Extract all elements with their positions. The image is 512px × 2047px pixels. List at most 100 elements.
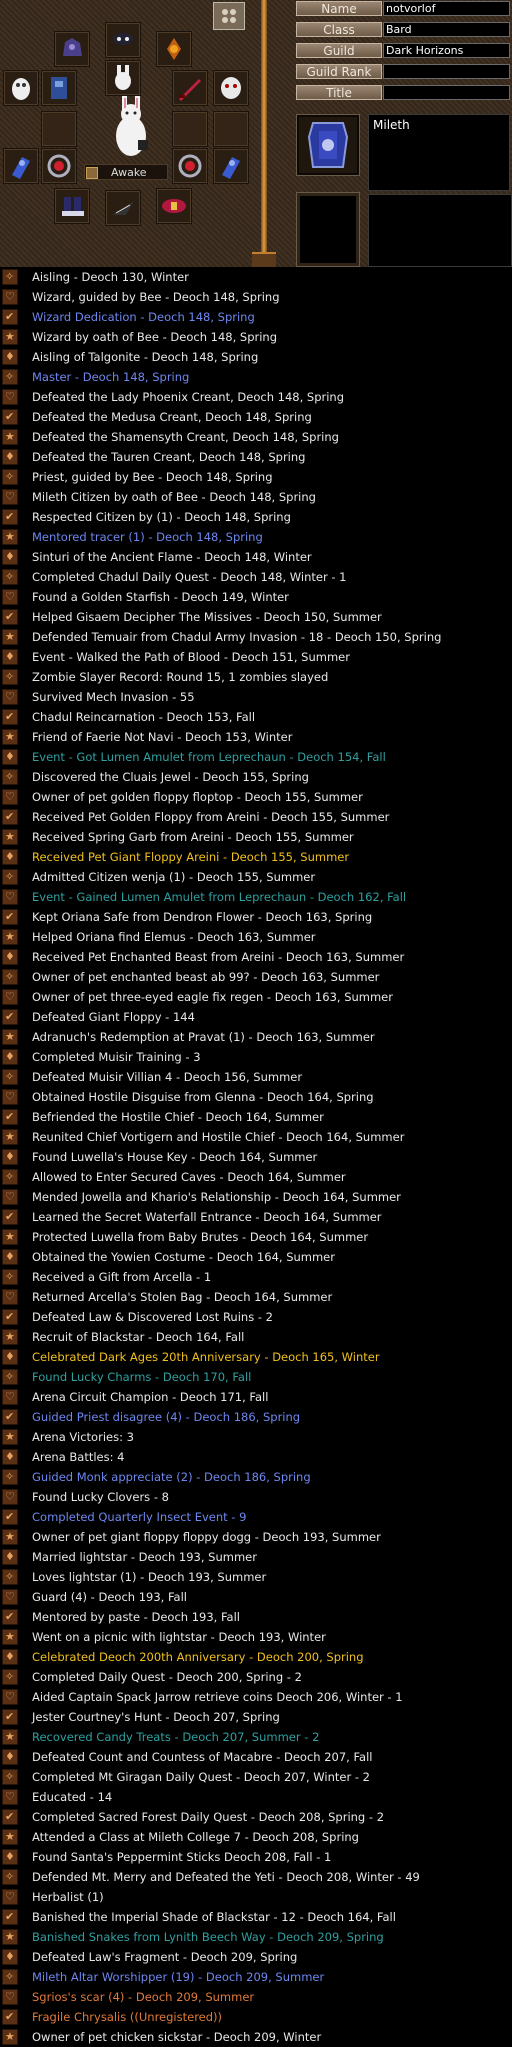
legend-item: ♡ Found a Golden Starfish - Deoch 149, Wi… xyxy=(0,587,512,607)
legend-item: ♦ Celebrated Deoch 200th Anniversary - De… xyxy=(0,1647,512,1667)
legend-mark-icon: ♦ xyxy=(2,1349,18,1365)
legend-item: ♦ Sinturi of the Ancient Flame - Deoch 14… xyxy=(0,547,512,567)
legend-item-text: Defeated Law & Discovered Lost Ruins - 2 xyxy=(32,1310,273,1324)
ring-icon xyxy=(178,154,202,178)
equip-slot-empty-far-right[interactable] xyxy=(213,111,249,147)
equip-slot-gauntlet-right[interactable] xyxy=(213,148,249,184)
legend-mark-icon: ♦ xyxy=(2,1749,18,1765)
equip-slot-weapon[interactable] xyxy=(172,70,208,106)
legend-item: ♡ Sgrios's scar (4) - Deoch 209, Summer xyxy=(0,1987,512,2007)
legend-mark-icon: ★ xyxy=(2,1729,18,1745)
legend-mark-icon: ★ xyxy=(2,1829,18,1845)
legend-item: ★ Recovered Candy Treats - Deoch 207, Sum… xyxy=(0,1727,512,1747)
legend-item: ★ Adranuch's Redemption at Pravat (1) - D… xyxy=(0,1027,512,1047)
legend-toggle-button[interactable] xyxy=(213,2,245,30)
legend-item-text: Defeated Giant Floppy - 144 xyxy=(32,1010,195,1024)
legend-mark-icon: ♦ xyxy=(2,1549,18,1565)
legend-item: ✔ Jester Courtney's Hunt - Deoch 207, Spr… xyxy=(0,1707,512,1727)
legend-mark-icon: ★ xyxy=(2,1329,18,1345)
equip-slot-armor[interactable] xyxy=(41,70,77,106)
equip-slot-empty-left[interactable] xyxy=(41,111,77,147)
legend-item: ♦ Defeated Count and Countess of Macabre … xyxy=(0,1747,512,1767)
legend-item: ✧ Defended Mt. Merry and Defeated the Yet… xyxy=(0,1867,512,1887)
legend-item: ✔ Defeated Law & Discovered Lost Ruins - … xyxy=(0,1307,512,1327)
legend-item: ♦ Event - Got Lumen Amulet from Leprechau… xyxy=(0,747,512,767)
legend-mark-icon: ✧ xyxy=(2,669,18,685)
legend-item-text: Defeated Count and Countess of Macabre -… xyxy=(32,1750,373,1764)
equip-slot-empty-right[interactable] xyxy=(172,111,208,147)
legend-item: ♡ Survived Mech Invasion - 55 xyxy=(0,687,512,707)
legend-item: ♡ Event - Gained Lumen Amulet from Leprec… xyxy=(0,887,512,907)
legend-mark-icon: ✧ xyxy=(2,1969,18,1985)
title-label: Title xyxy=(296,85,382,100)
legend-item: ★ Went on a picnic with lightstar - Deoch… xyxy=(0,1627,512,1647)
legend-item: ★ Reunited Chief Vortigern and Hostile Ch… xyxy=(0,1127,512,1147)
legend-item: ♡ Returned Arcella's Stolen Bag - Deoch 1… xyxy=(0,1287,512,1307)
equip-slot-boots[interactable] xyxy=(54,188,90,224)
legend-mark-icon: ✔ xyxy=(2,509,18,525)
legend-item-text: Jester Courtney's Hunt - Deoch 207, Spri… xyxy=(32,1710,280,1724)
legend-item: ✧ Guided Monk appreciate (2) - Deoch 186,… xyxy=(0,1467,512,1487)
legend-item-text: Discovered the Cluais Jewel - Deoch 155,… xyxy=(32,770,309,784)
legend-item: ♡ Mended Jowella and Khario's Relationshi… xyxy=(0,1187,512,1207)
equip-slot-ring-left[interactable] xyxy=(41,148,77,184)
equip-slot-costume[interactable] xyxy=(3,70,39,106)
legend-mark-icon: ✔ xyxy=(2,1609,18,1625)
legend-mark-icon: ✔ xyxy=(2,1209,18,1225)
nation-box: Mileth xyxy=(368,114,510,191)
legend-item: ✔ Befriended the Hostile Chief - Deoch 16… xyxy=(0,1107,512,1127)
equip-slot-gauntlet-left[interactable] xyxy=(3,148,39,184)
legend-mark-icon: ✔ xyxy=(2,709,18,725)
legend-item-text: Owner of pet golden floppy floptop - Deo… xyxy=(32,790,363,804)
legend-item-text: Guided Priest disagree (4) - Deoch 186, … xyxy=(32,1410,301,1424)
legend-mark-icon: ✔ xyxy=(2,1009,18,1025)
legend-item-text: Learned the Secret Waterfall Entrance - … xyxy=(32,1210,382,1224)
legend-mark-icon: ★ xyxy=(2,1529,18,1545)
legend-mark-icon: ♦ xyxy=(2,749,18,765)
legend-item: ✔ Kept Oriana Safe from Dendron Flower - … xyxy=(0,907,512,927)
helmet-icon xyxy=(63,38,82,56)
legend-item: ♡ Obtained Hostile Disguise from Glenna -… xyxy=(0,1087,512,1107)
legend-mark-icon: ✧ xyxy=(2,1169,18,1185)
legend-mark-icon: ★ xyxy=(2,1629,18,1645)
legend-item-text: Friend of Faerie Not Navi - Deoch 153, W… xyxy=(32,730,293,744)
legend-item-text: Aisling of Talgonite - Deoch 148, Spring xyxy=(32,350,259,364)
costume-icon xyxy=(12,78,30,100)
legend-mark-icon: ♡ xyxy=(2,1589,18,1605)
legend-item-text: Found Lucky Clovers - 8 xyxy=(32,1490,169,1504)
legend-item-text: Attended a Class at Mileth College 7 - D… xyxy=(32,1830,359,1844)
legend-mark-icon: ★ xyxy=(2,829,18,845)
legend-item-text: Found Lucky Charms - Deoch 170, Fall xyxy=(32,1370,252,1384)
equip-slot-helmet[interactable] xyxy=(54,31,90,67)
legend-mark-icon: ★ xyxy=(2,729,18,745)
legend-item-text: Defeated Muisir Villian 4 - Deoch 156, S… xyxy=(32,1070,303,1084)
legend-item-text: Mileth Altar Worshipper (19) - Deoch 209… xyxy=(32,1970,325,1984)
equip-slot-ring-right[interactable] xyxy=(172,148,208,184)
legend-item-text: Befriended the Hostile Chief - Deoch 164… xyxy=(32,1110,324,1124)
mask-white-icon xyxy=(221,77,241,99)
legend-item-text: Kept Oriana Safe from Dendron Flower - D… xyxy=(32,910,373,924)
legend-mark-icon: ✔ xyxy=(2,1909,18,1925)
legend-item: ★ Mentored tracer (1) - Deoch 148, Spring xyxy=(0,527,512,547)
legend-mark-icon: ✔ xyxy=(2,409,18,425)
legend-item: ★ Attended a Class at Mileth College 7 - … xyxy=(0,1827,512,1847)
equip-slot-accessory[interactable] xyxy=(105,190,141,226)
legend-item-text: Obtained the Yowien Costume - Deoch 164,… xyxy=(32,1250,335,1264)
legend-mark-icon: ✧ xyxy=(2,969,18,985)
legend-item: ♦ Received Pet Giant Floppy Areini - Deoc… xyxy=(0,847,512,867)
legend-mark-icon: ♦ xyxy=(2,449,18,465)
equip-slot-amulet[interactable] xyxy=(156,31,192,67)
equip-slot-shield[interactable] xyxy=(213,70,249,106)
belt-icon xyxy=(162,199,186,213)
legend-item-text: Celebrated Dark Ages 20th Anniversary - … xyxy=(32,1350,380,1364)
legend-mark-icon: ✔ xyxy=(2,1509,18,1525)
legend-item-text: Priest, guided by Bee - Deoch 148, Sprin… xyxy=(32,470,273,484)
equip-slot-earring[interactable] xyxy=(105,22,141,58)
armor-icon xyxy=(51,77,67,99)
equip-slot-belt[interactable] xyxy=(156,188,192,224)
legend-item: ✔ Defeated the Medusa Creant, Deoch 148, … xyxy=(0,407,512,427)
legend-item-text: Aisling - Deoch 130, Winter xyxy=(32,270,189,284)
legend-item: ✧ Discovered the Cluais Jewel - Deoch 155… xyxy=(0,767,512,787)
legend-item-text: Owner of pet enchanted beast ab 99? - De… xyxy=(32,970,380,984)
equip-slot-overcoat[interactable] xyxy=(105,60,141,96)
